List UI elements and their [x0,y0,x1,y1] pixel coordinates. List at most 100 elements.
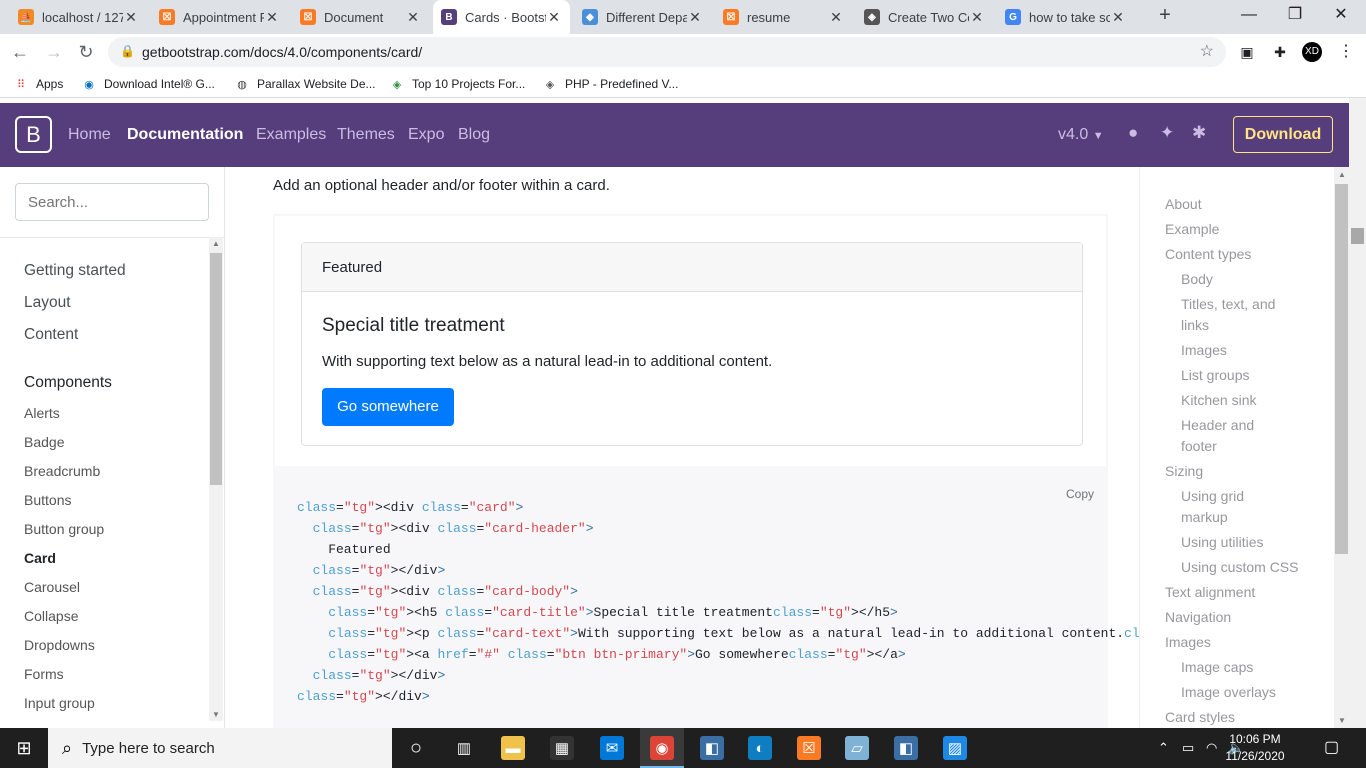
browser-tab[interactable]: ☒ Document ✕ [292,0,429,34]
slack-icon[interactable]: ✱ [1192,123,1206,143]
toc-link[interactable]: Content types [1165,246,1251,262]
sidebar-item-forms[interactable]: Forms [24,666,64,682]
toc-link[interactable]: Card styles [1165,709,1235,725]
windows-start-icon[interactable]: ⊞ [0,728,48,768]
search-input[interactable] [15,183,209,221]
profile-avatar-icon[interactable]: XD [1302,42,1322,62]
tray-chevron-icon[interactable]: ⌃ [1158,740,1169,756]
notification-icon[interactable]: ▢ [1324,737,1339,757]
scroll-down-icon[interactable]: ▼ [1338,716,1346,725]
toc-link[interactable]: Example [1165,221,1219,237]
sidebar-item-carousel[interactable]: Carousel [24,579,80,595]
content-scrollbar[interactable]: ▲ ▼ [1334,167,1349,728]
scroll-down-icon[interactable]: ▼ [212,710,220,719]
sidebar-item-alerts[interactable]: Alerts [24,405,60,421]
toc-link[interactable]: Using utilities [1181,534,1263,550]
sidebar-item-input-group[interactable]: Input group [24,695,95,711]
notepad-icon[interactable]: ▱ [845,736,869,760]
close-tab-icon[interactable]: ✕ [969,9,985,26]
sidebar-section-getting-started[interactable]: Getting started [24,262,126,280]
bookmark-item[interactable]: ◉ Download Intel® G... [82,76,215,92]
toc-link[interactable]: Image overlays [1181,684,1276,700]
toc-link[interactable]: Titles, text, and [1181,296,1275,312]
sidebar-item-button-group[interactable]: Button group [24,521,104,537]
close-tab-icon[interactable]: ✕ [405,9,421,26]
browser-tab[interactable]: ☒ Appointment F ✕ [151,0,288,34]
page-scrollbar[interactable] [1349,98,1366,728]
nav-themes[interactable]: Themes [337,126,395,144]
scroll-up-icon[interactable]: ▲ [1338,170,1346,179]
url-text[interactable]: getbootstrap.com/docs/4.0/components/car… [142,44,422,60]
address-bar[interactable]: 🔒 getbootstrap.com/docs/4.0/components/c… [108,37,1226,67]
sidebar-scroll-thumb[interactable] [210,253,222,485]
nav-examples[interactable]: Examples [256,126,326,144]
toc-link[interactable]: About [1165,196,1202,212]
bookmark-item[interactable]: ◍ Parallax Website De... [235,76,375,92]
close-tab-icon[interactable]: ✕ [828,9,844,26]
mail-icon[interactable]: ✉ [600,736,624,760]
task-view-icon[interactable]: ▥ [452,736,476,760]
close-tab-icon[interactable]: ✕ [1110,9,1126,26]
close-tab-icon[interactable]: ✕ [123,9,139,26]
content-scroll-thumb[interactable] [1335,184,1348,554]
sidebar-section-content[interactable]: Content [24,326,78,344]
edge-icon[interactable]: ◐ [748,736,772,760]
toc-link[interactable]: Body [1181,271,1213,287]
toc-link[interactable]: Kitchen sink [1181,392,1256,408]
taskbar-search[interactable]: ⌕ Type here to search [48,728,392,768]
chrome-icon[interactable]: ◉ [650,736,674,760]
toc-link[interactable]: links [1181,317,1209,333]
back-arrow-icon[interactable]: ← [8,40,32,64]
taskbar-clock[interactable]: 10:06 PM 11/26/2020 [1225,731,1285,765]
toc-link[interactable]: Navigation [1165,609,1231,625]
github-icon[interactable]: ● [1128,123,1138,143]
sidebar-item-breadcrumb[interactable]: Breadcrumb [24,463,100,479]
twitter-icon[interactable]: ✦ [1160,123,1174,143]
minimize-icon[interactable]: — [1226,0,1272,30]
close-tab-icon[interactable]: ✕ [264,9,280,26]
bookmark-item[interactable]: ◈ PHP - Predefined V... [543,76,679,92]
toc-link[interactable]: markup [1181,509,1228,525]
toc-link[interactable]: Images [1165,634,1211,650]
go-somewhere-button[interactable]: Go somewhere [322,388,454,426]
sidebar-item-buttons[interactable]: Buttons [24,492,71,508]
sidebar-section-components[interactable]: Components [24,374,112,392]
nav-expo[interactable]: Expo [408,126,444,144]
toc-link[interactable]: Image caps [1181,659,1253,675]
extension-icon[interactable]: ▣ [1237,42,1257,62]
toc-link[interactable]: Using grid [1181,488,1244,504]
bootstrap-logo-icon[interactable]: B [15,116,52,153]
bookmark-item[interactable]: ⠿ Apps [14,76,63,92]
app-icon[interactable]: ◧ [700,736,724,760]
battery-icon[interactable]: ▭ [1182,740,1194,756]
maximize-icon[interactable]: ❐ [1272,0,1318,30]
toc-link[interactable]: Text alignment [1165,584,1255,600]
toc-link[interactable]: List groups [1181,367,1249,383]
menu-kebab-icon[interactable]: ⋮ [1336,42,1356,62]
wifi-icon[interactable]: ◠ [1206,740,1217,756]
sidebar-item-dropdowns[interactable]: Dropdowns [24,637,95,653]
forward-arrow-icon[interactable]: → [42,40,66,64]
app-icon[interactable]: ◧ [894,736,918,760]
sidebar-item-card[interactable]: Card [24,550,56,566]
bookmark-item[interactable]: ◈ Top 10 Projects For... [390,76,526,92]
reload-icon[interactable]: ↻ [74,40,98,64]
photos-icon[interactable]: ▨ [943,736,967,760]
page-scroll-thumb[interactable] [1351,228,1364,244]
toc-link[interactable]: Images [1181,342,1227,358]
puzzle-extensions-icon[interactable]: ✚ [1270,42,1290,62]
sidebar-section-layout[interactable]: Layout [24,294,71,312]
browser-tab[interactable]: ◈ Create Two Co ✕ [856,0,993,34]
bookmark-star-icon[interactable]: ☆ [1200,41,1214,61]
cortana-icon[interactable]: ○ [404,736,428,760]
browser-tab[interactable]: ◆ Different Depa ✕ [574,0,711,34]
toc-link[interactable]: Using custom CSS [1181,559,1298,575]
close-tab-icon[interactable]: ✕ [687,9,703,26]
store-icon[interactable]: ▦ [550,736,574,760]
new-tab-icon[interactable]: + [1154,5,1176,27]
file-explorer-icon[interactable]: ▬ [501,736,525,760]
browser-tab[interactable]: ☒ resume ✕ [715,0,852,34]
browser-tab[interactable]: ⛵ localhost / 127 ✕ [10,0,147,34]
xampp-icon[interactable]: ☒ [797,736,821,760]
toc-link[interactable]: Sizing [1165,463,1203,479]
